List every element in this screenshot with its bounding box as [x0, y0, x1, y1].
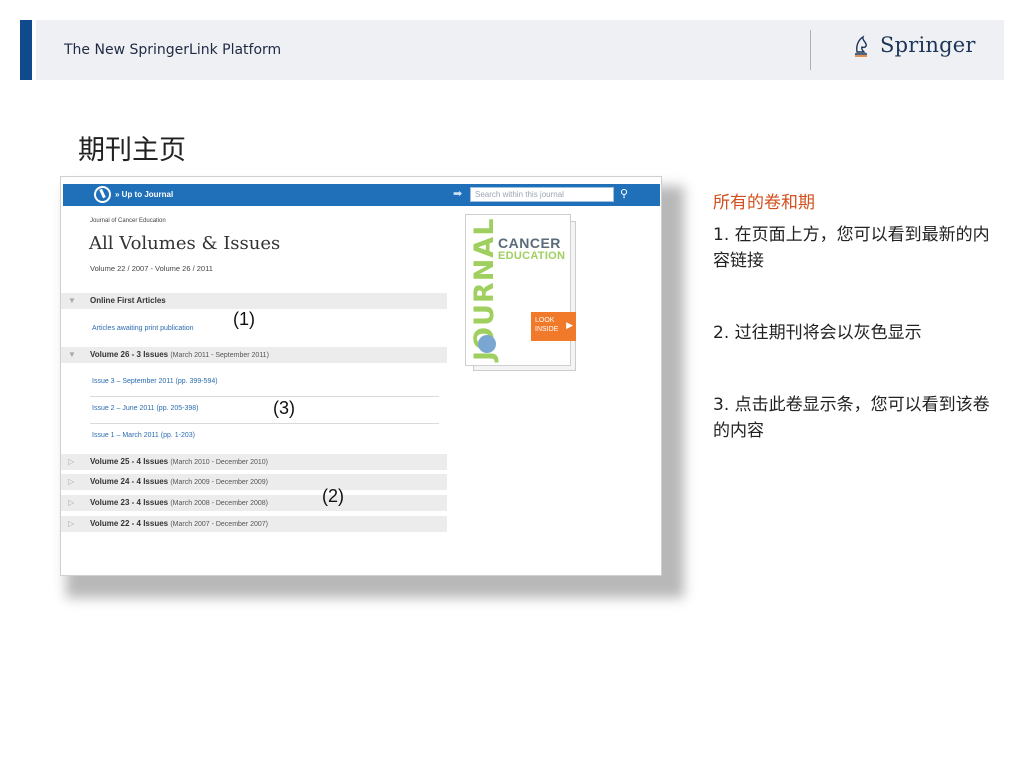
volume-label: Volume 23 - 4 Issues (March 2008 - Decem… — [90, 498, 268, 507]
volume-26-label: Volume 26 - 3 Issues (March 2011 - Septe… — [90, 350, 269, 359]
collapsed-triangle-icon: ▷ — [68, 498, 75, 507]
note-item-3: 3. 点击此卷显示条，您可以看到该卷的内容 — [713, 395, 990, 441]
arrow-right-icon: ➡ — [453, 188, 463, 200]
page-heading: All Volumes & Issues — [89, 233, 281, 254]
expanded-triangle-icon: ▼ — [68, 350, 76, 359]
issue-link[interactable]: Issue 2 – June 2011 (pp. 205-398) — [92, 405, 199, 412]
volume-25-row[interactable]: ▷ Volume 25 - 4 Issues (March 2010 - Dec… — [61, 454, 447, 470]
header-title: The New SpringerLink Platform — [64, 42, 282, 58]
issue-link[interactable]: Issue 1 – March 2011 (pp. 1-203) — [92, 432, 195, 439]
globe-icon — [478, 335, 496, 353]
search-icon[interactable]: ⚲ — [616, 187, 632, 202]
online-first-row[interactable]: ▼ Online First Articles — [61, 293, 447, 309]
collapsed-triangle-icon: ▷ — [68, 477, 75, 486]
journal-cover[interactable]: JOURNAL CANCER EDUCATION — [465, 214, 571, 366]
journal-search-input[interactable]: Search within this journal — [470, 187, 614, 202]
volume-24-row[interactable]: ▷ Volume 24 - 4 Issues (March 2009 - Dec… — [61, 474, 447, 490]
volume-label: Volume 22 - 4 Issues (March 2007 - Decem… — [90, 519, 268, 528]
springer-logo-text: Springer — [880, 33, 976, 57]
up-to-journal-link[interactable]: » Up to Journal — [115, 190, 173, 199]
journal-name: Journal of Cancer Education — [90, 218, 166, 224]
volume-label: Volume 25 - 4 Issues (March 2010 - Decem… — [90, 457, 268, 466]
journal-topbar: » Up to Journal ➡ Search within this jou… — [63, 184, 660, 206]
springerlink-screenshot: » Up to Journal ➡ Search within this jou… — [60, 176, 662, 576]
annotation-3: (3) — [273, 398, 295, 418]
slide-title: 期刊主页 — [78, 135, 186, 166]
volume-26-row[interactable]: ▼ Volume 26 - 3 Issues (March 2011 - Sep… — [61, 347, 447, 363]
online-first-link[interactable]: Articles awaiting print publication — [92, 325, 194, 332]
volume-22-row[interactable]: ▷ Volume 22 - 4 Issues (March 2007 - Dec… — [61, 516, 447, 532]
chevron-right-icon: ▶ — [566, 320, 573, 330]
volume-23-row[interactable]: ▷ Volume 23 - 4 Issues (March 2008 - Dec… — [61, 495, 447, 511]
issue-divider — [90, 423, 439, 424]
online-first-label: Online First Articles — [90, 296, 166, 305]
cover-title-education: EDUCATION — [498, 250, 566, 262]
header-divider — [810, 30, 811, 70]
springer-knight-icon — [855, 35, 867, 57]
annotation-2: (2) — [322, 486, 344, 506]
cover-title-cancer: CANCER — [498, 235, 561, 251]
expanded-triangle-icon: ▼ — [68, 296, 76, 305]
springer-logo: Springer — [848, 32, 976, 58]
volume-range: Volume 22 / 2007 - Volume 26 / 2011 — [90, 264, 213, 273]
collapsed-triangle-icon: ▷ — [68, 519, 75, 528]
collapsed-triangle-icon: ▷ — [68, 457, 75, 466]
notes-heading: 所有的卷和期 — [713, 193, 815, 213]
header-accent-bar — [20, 20, 32, 80]
note-item-2: 2. 过往期刊将会以灰色显示 — [713, 323, 922, 343]
look-inside-button[interactable]: LOOK INSIDE ▶ — [531, 312, 576, 341]
annotation-1: (1) — [233, 309, 255, 329]
journal-nav-icon[interactable] — [94, 186, 111, 203]
volume-label: Volume 24 - 4 Issues (March 2009 - Decem… — [90, 477, 268, 486]
note-item-1: 1. 在页面上方，您可以看到最新的内容链接 — [713, 225, 990, 271]
issue-divider — [90, 396, 439, 397]
issue-link[interactable]: Issue 3 – September 2011 (pp. 399-594) — [92, 378, 218, 385]
